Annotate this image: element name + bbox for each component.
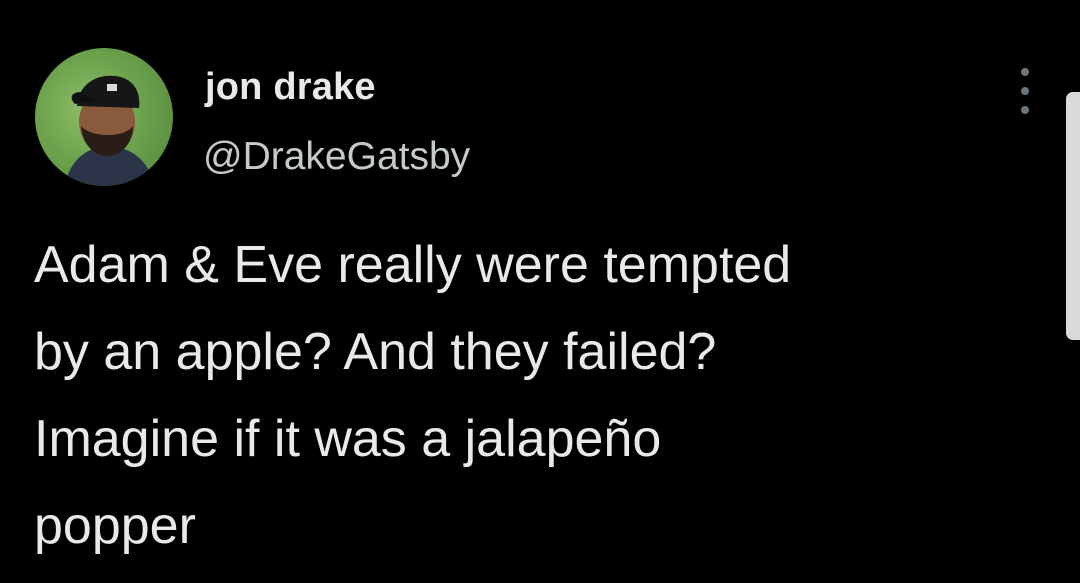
tweet-text-line: by an apple? And they failed? [34,323,717,381]
dot [1021,87,1029,95]
profile-photo-icon [65,75,155,186]
author-handle[interactable]: @DrakeGatsby [203,135,470,179]
dot [1021,106,1029,114]
tweet-card: jon drake @DrakeGatsby Adam & Eve really… [0,0,1080,583]
scrollbar[interactable] [1066,92,1080,340]
dot [1021,68,1029,76]
tweet-text-line: Adam & Eve really were tempted [34,236,792,294]
avatar[interactable] [35,48,173,186]
author-display-name[interactable]: jon drake [205,66,376,109]
tweet-text-line: popper [34,497,196,555]
tweet-text: Adam & Eve really were tempted by an app… [34,222,1054,570]
tweet-text-line: Imagine if it was a jalapeño [34,410,662,468]
more-options-icon[interactable] [1012,68,1038,114]
